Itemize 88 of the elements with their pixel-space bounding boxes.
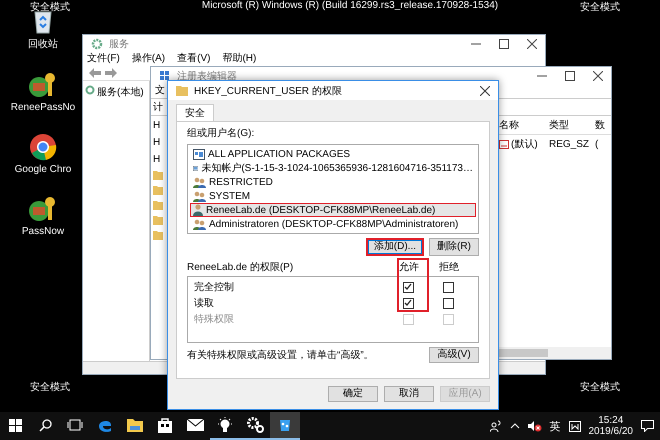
column-header: 拒绝	[438, 260, 460, 274]
menu-item[interactable]: 帮助(H)	[222, 53, 256, 65]
tree-item[interactable]: H	[153, 154, 160, 165]
string-value-icon	[499, 140, 509, 148]
search-icon[interactable]	[38, 418, 52, 432]
desktop-icon-label[interactable]: Google Chro	[14, 164, 72, 175]
safe-mode-label: 安全模式	[580, 0, 620, 14]
list-item[interactable]: RESTRICTED	[190, 175, 476, 189]
checkbox[interactable]	[442, 282, 454, 292]
column-header[interactable]: 数	[595, 118, 607, 132]
table-cell-text: (默认)	[511, 138, 538, 151]
window-title: 服务	[109, 38, 129, 50]
people-icon[interactable]	[490, 420, 502, 432]
tree-item[interactable]: H	[153, 120, 160, 131]
group-icon	[193, 190, 206, 202]
field-label: ReneeLab.de 的权限(P)	[187, 260, 294, 274]
notification-icon[interactable]	[641, 420, 654, 432]
checkbox[interactable]	[402, 282, 414, 292]
safe-mode-label: 安全模式	[30, 380, 70, 394]
horizontal-scrollbar[interactable]	[496, 347, 611, 359]
lightbulb-icon[interactable]	[217, 417, 233, 433]
permission-name: 完全控制	[194, 280, 235, 294]
forward-icon[interactable]	[105, 68, 117, 78]
desktop-icon-label[interactable]: ReneePassNo	[10, 102, 76, 113]
safe-mode-label: 安全模式	[30, 0, 70, 14]
windows-logo-icon[interactable]	[8, 418, 22, 432]
close-icon[interactable]	[480, 86, 490, 96]
list-item[interactable]: Administratoren (DESKTOP-CFK88MP\Administratoren)	[190, 217, 476, 231]
globe-key-icon	[28, 195, 58, 223]
clock-date[interactable]: 2019/6/20	[588, 426, 633, 438]
checkbox[interactable]	[402, 298, 414, 308]
user-icon	[193, 204, 203, 216]
list-item[interactable]: ReneeLab.de (DESKTOP-CFK88MP\ReneeLab.de)	[190, 203, 476, 217]
address-text: 计	[153, 102, 163, 113]
registry-icon	[159, 70, 171, 82]
table-cell-text: (	[595, 138, 600, 150]
browser-icon	[28, 133, 57, 161]
permission-name: 读取	[194, 296, 215, 310]
hint-text: 有关特殊权限或高级设置，请单击“高级”。	[187, 348, 374, 362]
remove-button[interactable]: 删除(R)	[429, 238, 479, 256]
safe-mode-label: 安全模式	[580, 380, 620, 394]
folder-icon	[176, 86, 188, 96]
close-icon[interactable]	[593, 70, 603, 80]
tab[interactable]: 安全	[176, 104, 214, 121]
envelope-icon[interactable]	[186, 419, 204, 431]
keyboard-icon[interactable]	[568, 420, 580, 432]
globe-key-icon	[28, 71, 58, 99]
back-icon[interactable]	[89, 68, 101, 78]
list-item[interactable]: ALL APPLICATION PACKAGES	[190, 147, 476, 161]
permission-name: 特殊权限	[194, 312, 235, 326]
package-icon	[193, 148, 205, 160]
input-method-label[interactable]: 英	[550, 418, 560, 434]
menu-item[interactable]: 查看(V)	[177, 53, 210, 65]
app-icon[interactable]	[277, 417, 293, 433]
folder-icon[interactable]	[127, 418, 143, 432]
maximize-icon[interactable]	[565, 70, 575, 80]
desktop-icon-label[interactable]: PassNow	[22, 226, 64, 237]
list-item[interactable]: SYSTEM	[190, 189, 476, 203]
task-view-icon[interactable]	[67, 419, 83, 431]
table-cell-text: REG_SZ	[549, 138, 590, 150]
group-icon	[193, 218, 206, 230]
shopping-bag-icon[interactable]	[158, 417, 172, 433]
list-item[interactable]: 未知帐户(S-1-15-3-1024-1065365936-1281604716-351173…	[190, 161, 476, 175]
dialog-title: HKEY_CURRENT_USER 的权限	[194, 84, 342, 98]
menu-item[interactable]: 操作(A)	[132, 53, 166, 65]
muted-speaker-icon[interactable]	[528, 420, 542, 432]
advanced-button[interactable]: 高级(V)	[429, 347, 479, 363]
menu-item[interactable]: 文件(F)	[87, 53, 120, 65]
menu-item[interactable]: 文	[155, 85, 165, 97]
dialog-button[interactable]: 确定	[328, 386, 378, 402]
group-icon	[193, 176, 206, 188]
window-title: 注册表编辑器	[177, 70, 237, 82]
column-header[interactable]: 名称	[499, 118, 549, 132]
clock-time[interactable]: 15:24	[598, 414, 624, 426]
column-header[interactable]: 类型	[549, 118, 595, 132]
add-button[interactable]: 添加(D)...	[366, 238, 424, 256]
dialog-button[interactable]: 取消	[384, 386, 434, 402]
gears-icon[interactable]	[246, 417, 264, 433]
tree-item[interactable]: H	[153, 137, 160, 148]
close-icon[interactable]	[527, 38, 537, 48]
build-info-text: Microsoft (R) Windows (R) (Build 16299.rs3_release.170928-1534)	[200, 0, 498, 11]
checkbox[interactable]	[442, 298, 454, 308]
chevron-up-icon[interactable]	[510, 423, 520, 429]
desktop-icon-label[interactable]: 回收站	[28, 37, 58, 51]
tree-item[interactable]: 服务(本地)	[97, 85, 144, 99]
column-header: 允许	[398, 260, 420, 274]
field-label: 组或用户名(G):	[187, 126, 256, 140]
maximize-icon[interactable]	[499, 38, 509, 48]
